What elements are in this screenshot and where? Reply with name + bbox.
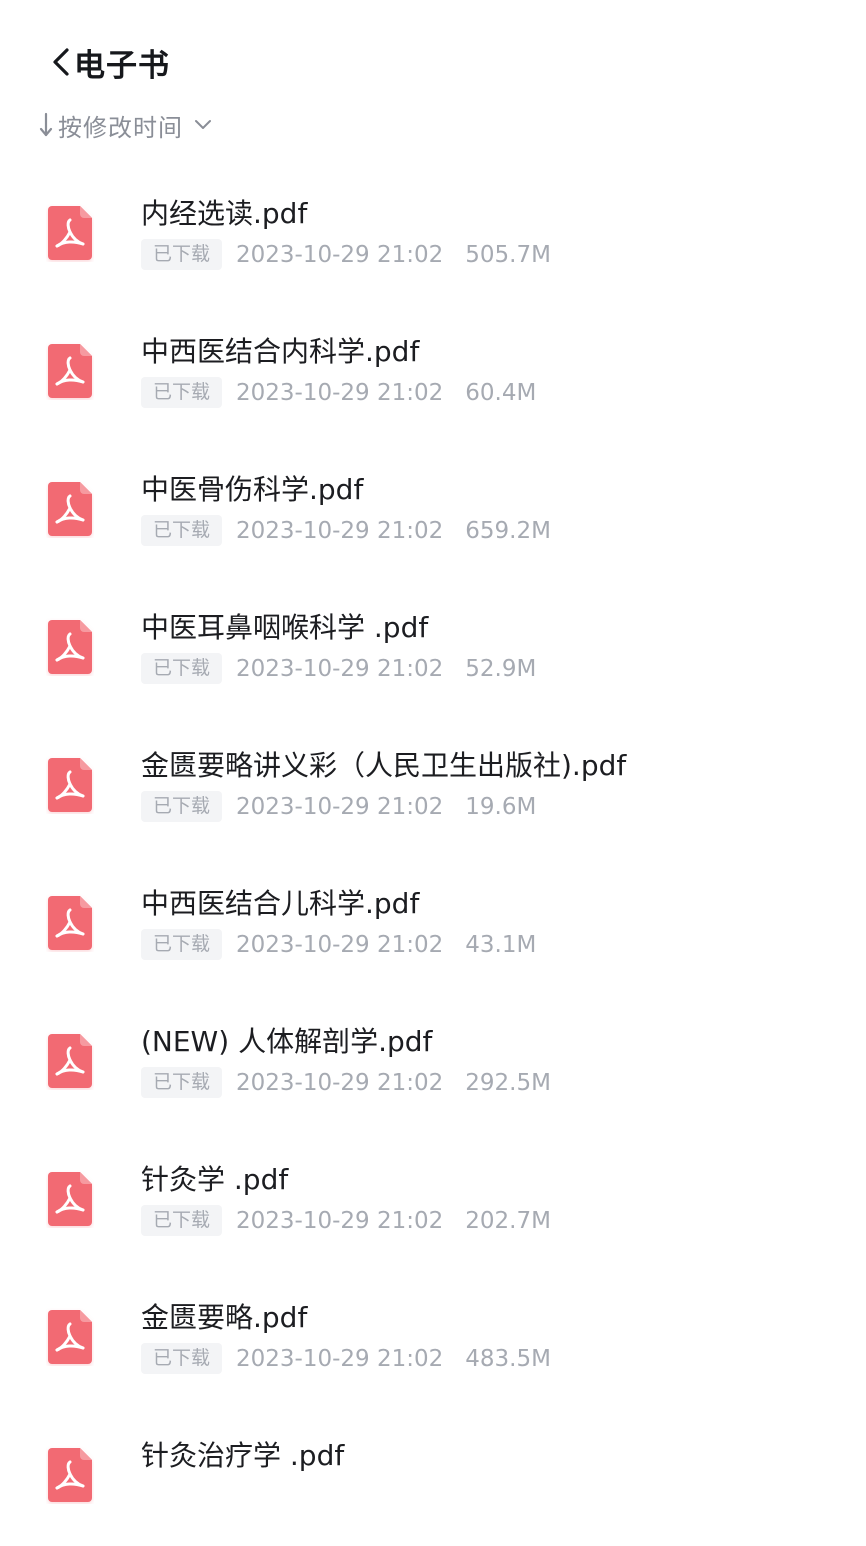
pdf-icon	[46, 480, 94, 538]
file-date: 2023-10-29 21:02	[236, 379, 444, 406]
file-name: 内经选读.pdf	[141, 197, 308, 230]
sort-selector[interactable]: 按修改时间	[36, 106, 213, 144]
file-name: 针灸学 .pdf	[141, 1163, 289, 1196]
pdf-icon	[46, 1308, 94, 1366]
pdf-icon	[46, 1446, 94, 1504]
status-badge: 已下载	[141, 377, 223, 408]
arrow-down-icon	[36, 111, 56, 139]
list-item[interactable]: 内经选读.pdf 已下载 2023-10-29 21:02 505.7M	[0, 166, 866, 304]
list-item[interactable]: 针灸治疗学 .pdf	[0, 1408, 866, 1546]
file-meta: 已下载 2023-10-29 21:02 43.1M	[141, 929, 536, 960]
file-date: 2023-10-29 21:02	[236, 1069, 444, 1096]
file-size: 43.1M	[465, 931, 537, 958]
file-size: 19.6M	[465, 793, 537, 820]
file-name: 中西医结合儿科学.pdf	[141, 887, 420, 920]
file-name: 针灸治疗学 .pdf	[141, 1439, 345, 1472]
page-header: 电子书	[50, 36, 170, 88]
status-badge: 已下载	[141, 239, 223, 270]
file-name: 金匮要略.pdf	[141, 1301, 308, 1334]
file-name: (NEW) 人体解剖学.pdf	[141, 1025, 433, 1058]
file-size: 483.5M	[465, 1345, 551, 1372]
file-name: 中医骨伤科学.pdf	[141, 473, 364, 506]
list-item[interactable]: 金匮要略.pdf 已下载 2023-10-29 21:02 483.5M	[0, 1270, 866, 1408]
file-list: 内经选读.pdf 已下载 2023-10-29 21:02 505.7M 中西医…	[0, 166, 866, 1546]
file-date: 2023-10-29 21:02	[236, 241, 444, 268]
status-badge: 已下载	[141, 653, 223, 684]
pdf-icon	[46, 894, 94, 952]
list-item[interactable]: 中西医结合内科学.pdf 已下载 2023-10-29 21:02 60.4M	[0, 304, 866, 442]
status-badge: 已下载	[141, 1343, 223, 1374]
pdf-icon	[46, 756, 94, 814]
file-meta: 已下载 2023-10-29 21:02 60.4M	[141, 377, 536, 408]
status-badge: 已下载	[141, 791, 223, 822]
file-meta: 已下载 2023-10-29 21:02 659.2M	[141, 515, 551, 546]
file-size: 60.4M	[465, 379, 537, 406]
file-size: 292.5M	[465, 1069, 551, 1096]
sort-label: 按修改时间	[58, 113, 183, 142]
pdf-icon	[46, 1170, 94, 1228]
pdf-icon	[46, 618, 94, 676]
file-date: 2023-10-29 21:02	[236, 793, 444, 820]
status-badge: 已下载	[141, 1067, 223, 1098]
file-size: 202.7M	[465, 1207, 551, 1234]
file-date: 2023-10-29 21:02	[236, 931, 444, 958]
chevron-down-icon	[193, 115, 213, 135]
file-size: 52.9M	[465, 655, 537, 682]
list-item[interactable]: 金匮要略讲义彩（人民卫生出版社).pdf 已下载 2023-10-29 21:0…	[0, 718, 866, 856]
status-badge: 已下载	[141, 515, 223, 546]
file-name: 中医耳鼻咽喉科学 .pdf	[141, 611, 429, 644]
file-meta: 已下载 2023-10-29 21:02 292.5M	[141, 1067, 551, 1098]
list-item[interactable]: 中医耳鼻咽喉科学 .pdf 已下载 2023-10-29 21:02 52.9M	[0, 580, 866, 718]
chevron-left-icon[interactable]	[50, 46, 72, 78]
list-item[interactable]: 中医骨伤科学.pdf 已下载 2023-10-29 21:02 659.2M	[0, 442, 866, 580]
list-item[interactable]: 针灸学 .pdf 已下载 2023-10-29 21:02 202.7M	[0, 1132, 866, 1270]
file-meta: 已下载 2023-10-29 21:02 505.7M	[141, 239, 551, 270]
pdf-icon	[46, 204, 94, 262]
file-date: 2023-10-29 21:02	[236, 655, 444, 682]
file-size: 659.2M	[465, 517, 551, 544]
pdf-icon	[46, 342, 94, 400]
file-date: 2023-10-29 21:02	[236, 1207, 444, 1234]
file-name: 金匮要略讲义彩（人民卫生出版社).pdf	[141, 749, 627, 782]
pdf-icon	[46, 1032, 94, 1090]
file-meta: 已下载 2023-10-29 21:02 202.7M	[141, 1205, 551, 1236]
status-badge: 已下载	[141, 929, 223, 960]
status-badge: 已下载	[141, 1205, 223, 1236]
file-date: 2023-10-29 21:02	[236, 517, 444, 544]
file-size: 505.7M	[465, 241, 551, 268]
list-item[interactable]: (NEW) 人体解剖学.pdf 已下载 2023-10-29 21:02 292…	[0, 994, 866, 1132]
file-meta: 已下载 2023-10-29 21:02 19.6M	[141, 791, 536, 822]
file-meta: 已下载 2023-10-29 21:02 483.5M	[141, 1343, 551, 1374]
page-title: 电子书	[74, 47, 170, 84]
file-date: 2023-10-29 21:02	[236, 1345, 444, 1372]
file-name: 中西医结合内科学.pdf	[141, 335, 420, 368]
list-item[interactable]: 中西医结合儿科学.pdf 已下载 2023-10-29 21:02 43.1M	[0, 856, 866, 994]
file-meta: 已下载 2023-10-29 21:02 52.9M	[141, 653, 536, 684]
